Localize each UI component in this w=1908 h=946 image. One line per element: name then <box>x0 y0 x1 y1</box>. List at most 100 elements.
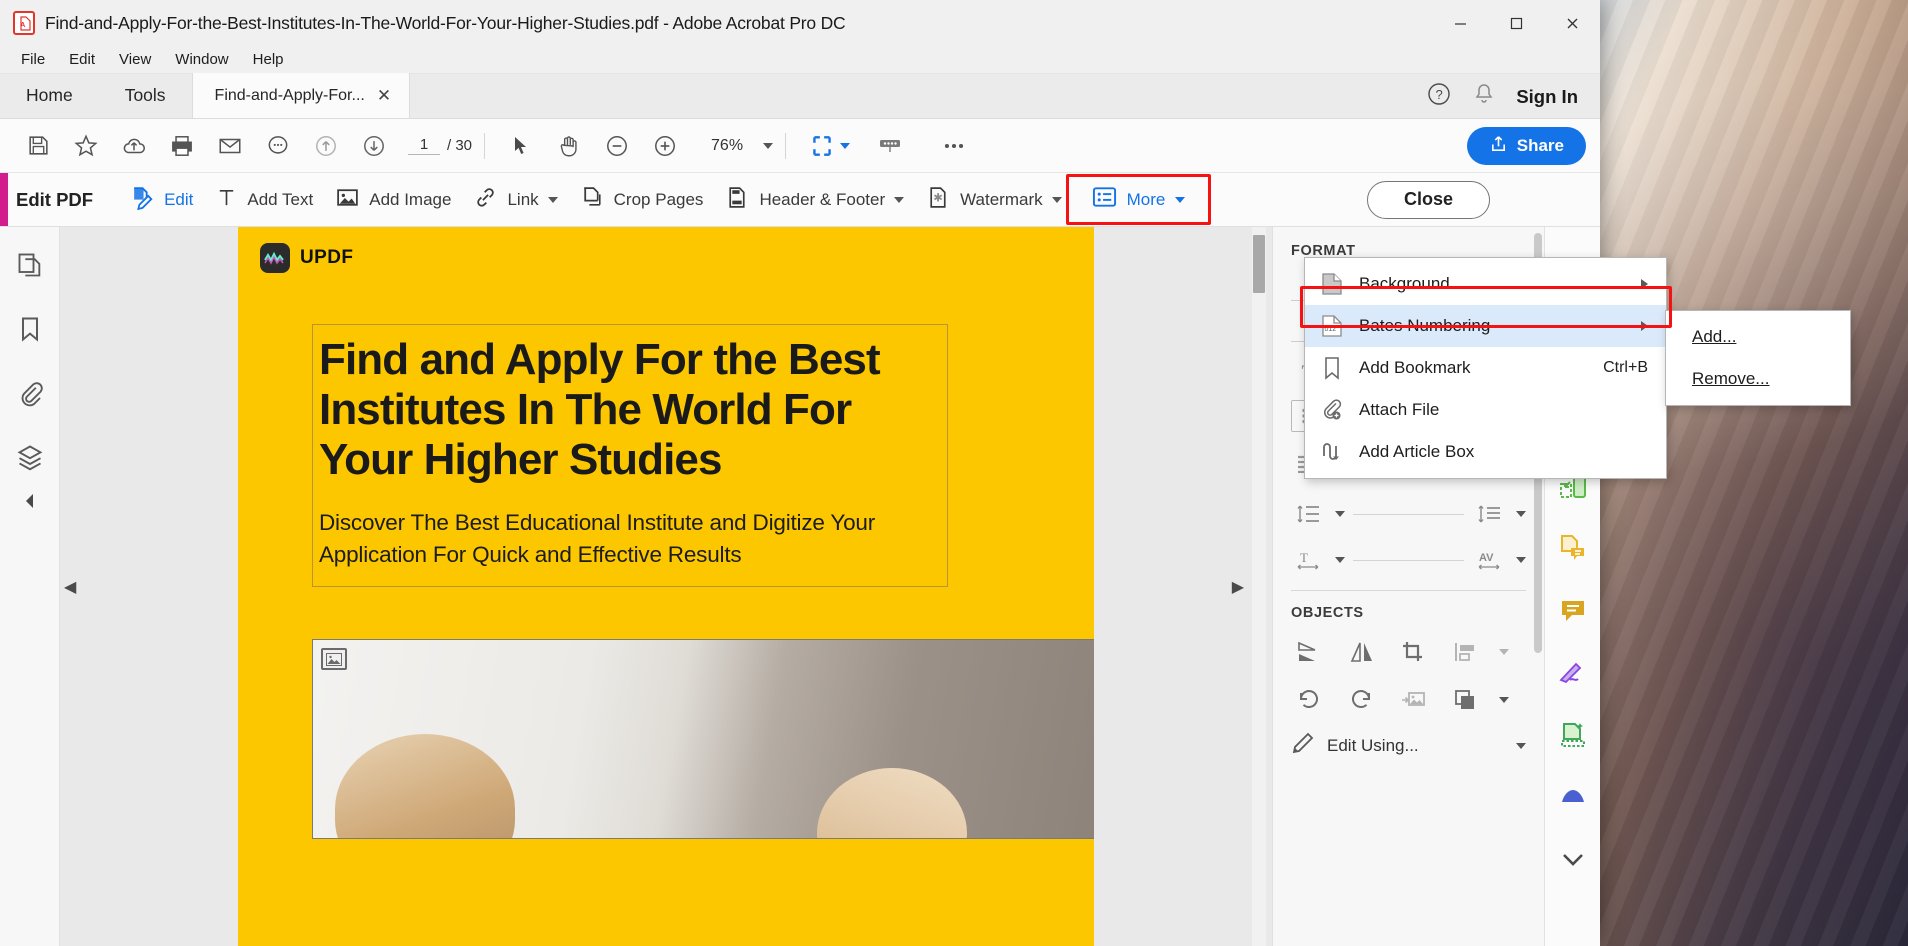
chevron-down-icon[interactable] <box>894 197 904 203</box>
page-thumbnails-icon[interactable] <box>8 245 52 285</box>
document-viewer[interactable]: UPDF Find and Apply For the Best Institu… <box>60 227 1272 946</box>
close-icon[interactable]: ✕ <box>377 86 391 106</box>
zoom-in-icon[interactable] <box>641 124 689 168</box>
cloud-upload-icon[interactable] <box>110 124 158 168</box>
crop-pages-button[interactable]: Crop Pages <box>569 180 715 220</box>
menu-item-add-bookmark[interactable]: Add Bookmark Ctrl+B <box>1305 347 1666 389</box>
zoom-control[interactable]: 76% <box>711 137 773 155</box>
cursor-arrow-icon[interactable] <box>497 124 545 168</box>
flip-vertical-icon[interactable] <box>1291 635 1329 669</box>
zoom-out-icon[interactable] <box>593 124 641 168</box>
chevron-down-icon[interactable] <box>1052 197 1062 203</box>
watermark-button[interactable]: ✱ Watermark <box>915 180 1073 220</box>
menu-item-attach-file[interactable]: Attach File <box>1305 389 1666 431</box>
layers-icon[interactable] <box>8 437 52 477</box>
horizontal-scale-icon[interactable]: T <box>1291 544 1327 576</box>
save-icon[interactable] <box>14 124 62 168</box>
document-scrollbar[interactable] <box>1252 227 1266 946</box>
download-arrow-icon[interactable] <box>350 124 398 168</box>
rotate-clockwise-icon[interactable] <box>1343 683 1381 717</box>
tab-home[interactable]: Home <box>0 73 99 118</box>
menu-item-bates-numbering[interactable]: 012 Bates Numbering <box>1305 305 1666 347</box>
bookmarks-icon[interactable] <box>8 309 52 349</box>
collapse-left-icon[interactable] <box>0 492 59 510</box>
header-footer-button[interactable]: Header & Footer <box>714 180 915 220</box>
arrange-align-icon[interactable] <box>1447 635 1485 669</box>
fill-sign-icon[interactable] <box>1551 529 1595 569</box>
character-spacing-icon[interactable]: AV <box>1472 544 1508 576</box>
email-icon[interactable] <box>206 124 254 168</box>
print-icon[interactable] <box>158 124 206 168</box>
star-icon[interactable] <box>62 124 110 168</box>
menu-file[interactable]: File <box>10 48 56 71</box>
submenu-item-remove[interactable]: Remove... <box>1666 358 1850 400</box>
pdf-page[interactable]: UPDF Find and Apply For the Best Institu… <box>238 227 1094 946</box>
objects-row-2 <box>1291 683 1526 717</box>
paragraph-spacing-icon[interactable] <box>1472 498 1508 530</box>
previous-page-button[interactable]: ◀ <box>64 577 76 597</box>
chevron-down-icon[interactable] <box>1175 197 1185 203</box>
chevron-down-icon[interactable] <box>763 143 773 149</box>
flip-horizontal-icon[interactable] <box>1343 635 1381 669</box>
menu-help[interactable]: Help <box>242 48 295 71</box>
scrollbar-thumb[interactable] <box>1253 235 1265 293</box>
chevron-down-icon[interactable] <box>1335 557 1345 563</box>
header-footer-icon <box>725 185 750 215</box>
chevron-down-icon[interactable] <box>1335 511 1345 517</box>
rotate-counterclockwise-icon[interactable] <box>1291 683 1329 717</box>
next-page-button[interactable]: ▶ <box>1232 577 1244 597</box>
share-button[interactable]: Share <box>1467 127 1586 165</box>
main-toolbar: / 30 76% <box>0 119 1600 173</box>
protect-icon[interactable] <box>1551 777 1595 817</box>
document-image-block[interactable] <box>312 639 1094 839</box>
tab-tools[interactable]: Tools <box>99 73 192 118</box>
comment-icon[interactable] <box>254 124 302 168</box>
updf-logo-text: UPDF <box>300 247 353 269</box>
maximize-button[interactable] <box>1488 0 1544 46</box>
menu-item-add-article-box[interactable]: Add Article Box <box>1305 431 1666 473</box>
tab-document[interactable]: Find-and-Apply-For... ✕ <box>192 73 411 118</box>
edit-using-label: Edit Using... <box>1327 736 1504 756</box>
more-button[interactable]: More <box>1079 180 1199 220</box>
watermark-icon: ✱ <box>926 185 951 215</box>
ellipsis-icon[interactable] <box>930 124 978 168</box>
notification-bell-icon[interactable] <box>1472 82 1496 111</box>
page-display-icon[interactable] <box>866 124 914 168</box>
menu-item-background[interactable]: Background <box>1305 263 1666 305</box>
sign-in-button[interactable]: Sign In <box>1516 86 1578 108</box>
chevron-down-icon[interactable] <box>1551 839 1595 879</box>
chevron-down-icon[interactable] <box>1499 649 1509 655</box>
chevron-down-icon[interactable] <box>1499 697 1509 703</box>
attachments-icon[interactable] <box>8 373 52 413</box>
menu-edit[interactable]: Edit <box>58 48 106 71</box>
add-text-button[interactable]: Add Text <box>204 180 324 220</box>
help-circle-icon[interactable]: ? <box>1426 81 1452 112</box>
headline-text-block[interactable]: Find and Apply For the Best Institutes I… <box>312 324 948 587</box>
edit-using-row[interactable]: Edit Using... <box>1291 731 1526 760</box>
chevron-down-icon[interactable] <box>548 197 558 203</box>
chevron-down-icon[interactable] <box>1516 511 1526 517</box>
page-number-input[interactable] <box>408 136 440 155</box>
comment-tool-icon[interactable] <box>1551 591 1595 631</box>
hand-pan-icon[interactable] <box>545 124 593 168</box>
fit-page-chevron-icon[interactable] <box>840 143 850 149</box>
edit-tool-button[interactable]: Edit <box>119 180 204 220</box>
submenu-item-add[interactable]: Add... <box>1666 316 1850 358</box>
crop-icon[interactable] <box>1395 635 1433 669</box>
minimize-button[interactable] <box>1432 0 1488 46</box>
link-button[interactable]: Link <box>462 180 568 220</box>
line-spacing-icon[interactable] <box>1291 498 1327 530</box>
replace-image-icon[interactable] <box>1395 683 1433 717</box>
object-order-icon[interactable] <box>1447 683 1485 717</box>
upload-arrow-icon[interactable] <box>302 124 350 168</box>
chevron-down-icon[interactable] <box>1516 743 1526 749</box>
sign-tool-icon[interactable] <box>1551 653 1595 693</box>
menu-view[interactable]: View <box>108 48 162 71</box>
close-window-button[interactable] <box>1544 0 1600 46</box>
add-image-button[interactable]: Add Image <box>324 180 462 220</box>
chevron-down-icon[interactable] <box>1516 557 1526 563</box>
close-edit-button[interactable]: Close <box>1367 181 1490 219</box>
scan-ocr-icon[interactable] <box>1551 715 1595 755</box>
fit-page-icon[interactable] <box>798 124 846 168</box>
menu-window[interactable]: Window <box>164 48 239 71</box>
